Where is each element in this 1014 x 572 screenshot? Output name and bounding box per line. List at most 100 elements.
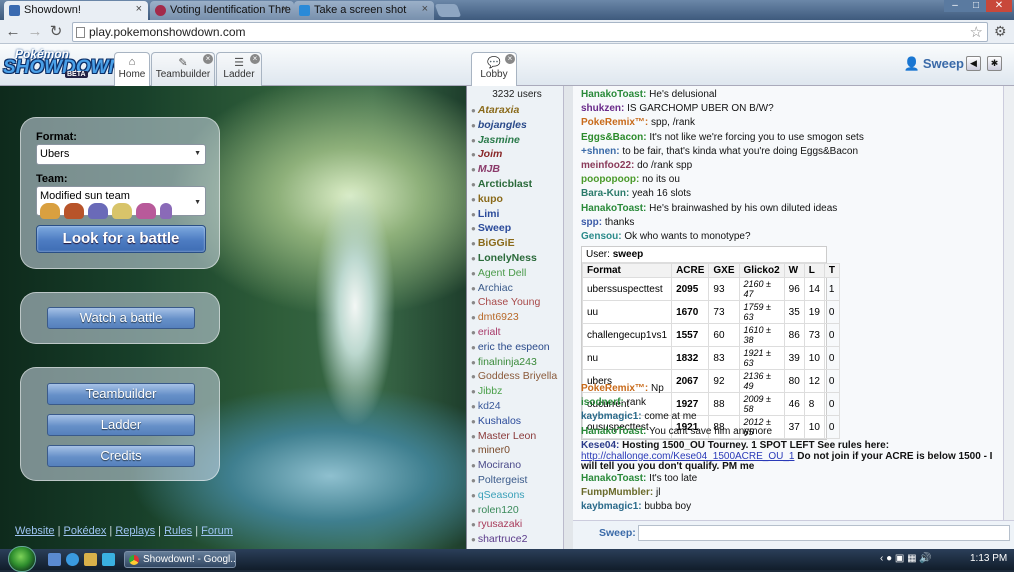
chat-username[interactable]: meinfoo22: [581,160,634,171]
new-tab-button[interactable] [434,4,462,17]
chat-username[interactable]: HanakoToast: [581,473,646,484]
chat-username[interactable]: spp: [581,217,602,228]
user-list-item[interactable]: ● qSeasons [471,489,525,501]
chat-scrollbar[interactable] [1003,86,1014,520]
close-window-button[interactable]: ✕ [986,0,1012,12]
user-list-item[interactable]: ● rolen120 [471,504,519,516]
windows-start-icon[interactable] [8,546,36,572]
folder-icon[interactable] [84,553,97,566]
team-select[interactable]: Modified sun team ▼ [36,186,206,219]
chat-username[interactable]: Kese04: [581,440,619,451]
chat-username[interactable]: Eggs&Bacon: [581,132,647,143]
chat-username[interactable]: Bara-Kun: [581,188,629,199]
bookmark-star-icon[interactable]: ☆ [970,23,983,41]
chat-username[interactable]: PokeRemix™: [581,117,648,128]
user-list-item[interactable]: ● shartruce2 [471,533,527,545]
system-tray-icons[interactable]: ‹ ● ▣ ▦ 🔊 [880,553,932,564]
user-list-item[interactable]: ● Limi [471,208,499,220]
taskbar-chrome-button[interactable]: Showdown! - Googl... [124,551,236,568]
tab-ladder[interactable]: ☰ Ladder × [216,52,262,86]
browser-tab-voting[interactable]: Voting Identification Thre × [150,1,294,20]
user-list-item[interactable]: ● kupo [471,193,503,205]
user-list-item[interactable]: ● ryusazaki [471,518,522,530]
format-select[interactable]: Ubers ▼ [36,144,206,165]
user-list-item[interactable]: ● Ataraxia [471,104,519,116]
chat-username[interactable]: kaybmagic1: [581,411,642,422]
media-player-icon[interactable] [102,553,115,566]
user-list-item[interactable]: ● Kushalos [471,415,521,427]
internet-explorer-icon[interactable] [66,553,79,566]
close-tab-icon[interactable]: × [203,54,213,64]
user-list-item[interactable]: ● bojangles [471,119,527,131]
address-bar[interactable]: play.pokemonshowdown.com ☆ [72,22,988,42]
options-button[interactable]: ✱ [987,56,1002,71]
chat-message: jl [656,487,661,499]
credits-button[interactable]: Credits [47,445,195,467]
chat-username[interactable]: FumpMumbler: [581,487,653,498]
user-list-item[interactable]: ● BiGGiE [471,237,515,249]
teambuilder-button[interactable]: Teambuilder [47,383,195,405]
ladder-button[interactable]: Ladder [47,414,195,436]
minimize-button[interactable]: – [944,0,966,12]
taskbar-clock[interactable]: 1:13 PM [970,553,1007,564]
forum-link[interactable]: Forum [201,525,233,537]
user-list-item[interactable]: ● Arcticblast [471,178,532,190]
tab-lobby[interactable]: 💬 Lobby × [471,52,517,87]
chat-username[interactable]: HanakoToast: [581,203,646,214]
user-list-item[interactable]: ● MJB [471,163,500,175]
user-list-item[interactable]: ● Poltergeist [471,474,527,486]
user-list-item[interactable]: ● LonelyNess [471,252,537,264]
close-tab-icon[interactable]: × [282,3,288,15]
user-list-item[interactable]: ● Goddess Briyella [471,370,557,382]
close-tab-icon[interactable]: × [250,54,260,64]
user-list-item[interactable]: ● finalninja243 [471,356,537,368]
chat-username[interactable]: poopopoop: [581,174,639,185]
chat-username[interactable]: shukzen: [581,103,624,114]
user-list-item[interactable]: ● Mocirano [471,459,521,471]
user-list-item[interactable]: ● Jibbz [471,385,502,397]
chat-message-input[interactable] [638,525,1010,541]
browser-tab-showdown[interactable]: Showdown! × [4,1,148,20]
browser-tab-screenshot[interactable]: Take a screen shot × [294,1,434,20]
replays-link[interactable]: Replays [115,525,155,537]
rules-link[interactable]: Rules [164,525,192,537]
reload-icon[interactable]: ↻ [47,23,65,41]
user-name-display[interactable]: 👤 Sweep [904,56,964,72]
user-list-item[interactable]: ● Jasmine [471,134,520,146]
user-list-item[interactable]: ● miner0 [471,444,510,456]
chat-username[interactable]: Gensou: [581,231,622,242]
tab-teambuilder[interactable]: ✎ Teambuilder × [151,52,215,86]
chat-username[interactable]: HanakoToast: [581,426,646,437]
user-list-scrollbar[interactable] [563,86,573,549]
maximize-button[interactable]: □ [966,0,986,12]
chat-username[interactable]: kaybmagic1: [581,501,642,512]
tab-home[interactable]: ⌂ Home [114,52,150,87]
close-tab-icon[interactable]: × [422,3,428,15]
user-list-item[interactable]: ● erialt [471,326,501,338]
show-desktop-icon[interactable] [48,553,61,566]
chat-username[interactable]: PokeRemix™: [581,383,648,394]
user-list-item[interactable]: ● dmt6923 [471,311,519,323]
pokedex-link[interactable]: Pokédex [64,525,107,537]
user-list-item[interactable]: ● Sweep [471,222,511,234]
sound-button[interactable]: ◀ [966,56,981,71]
forward-icon[interactable]: → [26,23,44,41]
close-tab-icon[interactable]: × [136,3,142,15]
chat-username[interactable]: isodnerf: [581,397,624,408]
user-list-item[interactable]: ● Master Leon [471,430,536,442]
user-list-item[interactable]: ● Chase Young [471,296,540,308]
look-for-battle-button[interactable]: Look for a battle [36,225,206,253]
close-tab-icon[interactable]: × [505,54,515,64]
chat-username[interactable]: HanakoToast: [581,89,646,100]
user-list-item[interactable]: ● eric the espeon [471,341,550,353]
website-link[interactable]: Website [15,525,55,537]
back-icon[interactable]: ← [4,23,22,41]
user-list-item[interactable]: ● Joim [471,148,502,160]
showdown-logo[interactable]: Pokémon SHOWDOWN BETA [3,47,122,81]
user-list-item[interactable]: ● Agent Dell [471,267,526,279]
user-list-item[interactable]: ● kd24 [471,400,501,412]
chat-username[interactable]: +shnen: [581,146,620,157]
user-list-item[interactable]: ● Archiac [471,282,513,294]
watch-battle-button[interactable]: Watch a battle [47,307,195,329]
wrench-icon[interactable]: ⚙ [994,23,1007,40]
